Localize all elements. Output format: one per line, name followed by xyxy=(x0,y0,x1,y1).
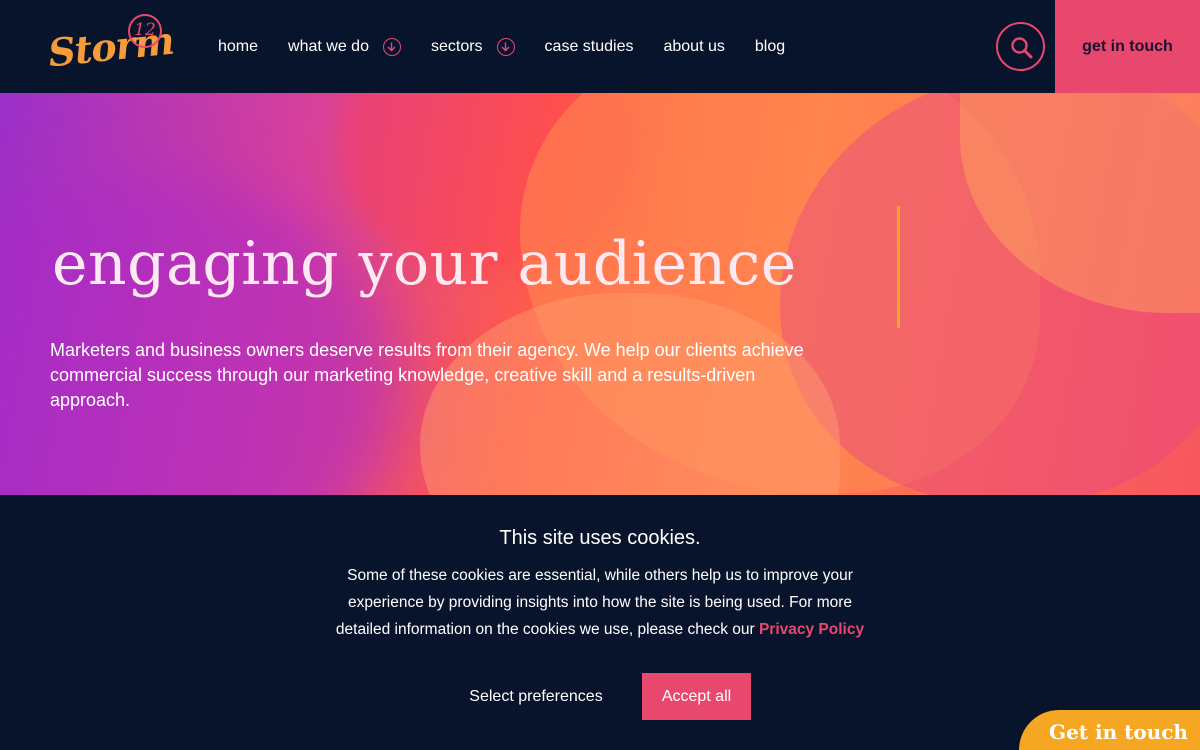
nav-what-we-do-label: what we do xyxy=(288,37,369,55)
accept-all-button[interactable]: Accept all xyxy=(642,673,751,720)
nav-blog[interactable]: blog xyxy=(755,38,785,56)
nav-home[interactable]: home xyxy=(218,38,258,56)
hero-bg-shape xyxy=(0,173,400,495)
cookie-banner: This site uses cookies. Some of these co… xyxy=(0,495,1200,750)
floating-get-in-touch-button[interactable]: Get in touch xyxy=(1019,710,1200,750)
hero-description: Marketers and business owners deserve re… xyxy=(50,340,804,410)
cookie-title: This site uses cookies. xyxy=(499,527,701,549)
cookie-description: Some of these cookies are essential, whi… xyxy=(320,562,880,643)
site-header: Storm 12 home what we do sectors case st… xyxy=(0,0,1200,93)
chevron-down-icon[interactable] xyxy=(496,37,515,56)
select-preferences-button[interactable]: Select preferences xyxy=(456,673,616,720)
search-icon xyxy=(1011,37,1033,59)
hero-title: engaging your audience xyxy=(52,229,797,299)
main-nav: home what we do sectors case studies abo… xyxy=(218,0,785,93)
hero-banner: engaging your audience Marketers and bus… xyxy=(0,93,1200,495)
chevron-down-icon[interactable] xyxy=(382,37,401,56)
get-in-touch-button[interactable]: get in touch xyxy=(1055,0,1200,93)
storm12-logo[interactable]: Storm 12 xyxy=(46,14,176,80)
nav-case-studies[interactable]: case studies xyxy=(545,38,634,56)
hero-accent-line xyxy=(897,206,900,328)
nav-sectors[interactable]: sectors xyxy=(430,37,515,56)
nav-what-we-do[interactable]: what we do xyxy=(288,37,401,56)
search-button[interactable] xyxy=(996,22,1045,71)
nav-sectors-label: sectors xyxy=(430,37,483,55)
nav-about-us[interactable]: about us xyxy=(663,38,724,56)
privacy-policy-link[interactable]: Privacy Policy xyxy=(759,621,864,638)
logo-badge: 12 xyxy=(128,14,162,48)
